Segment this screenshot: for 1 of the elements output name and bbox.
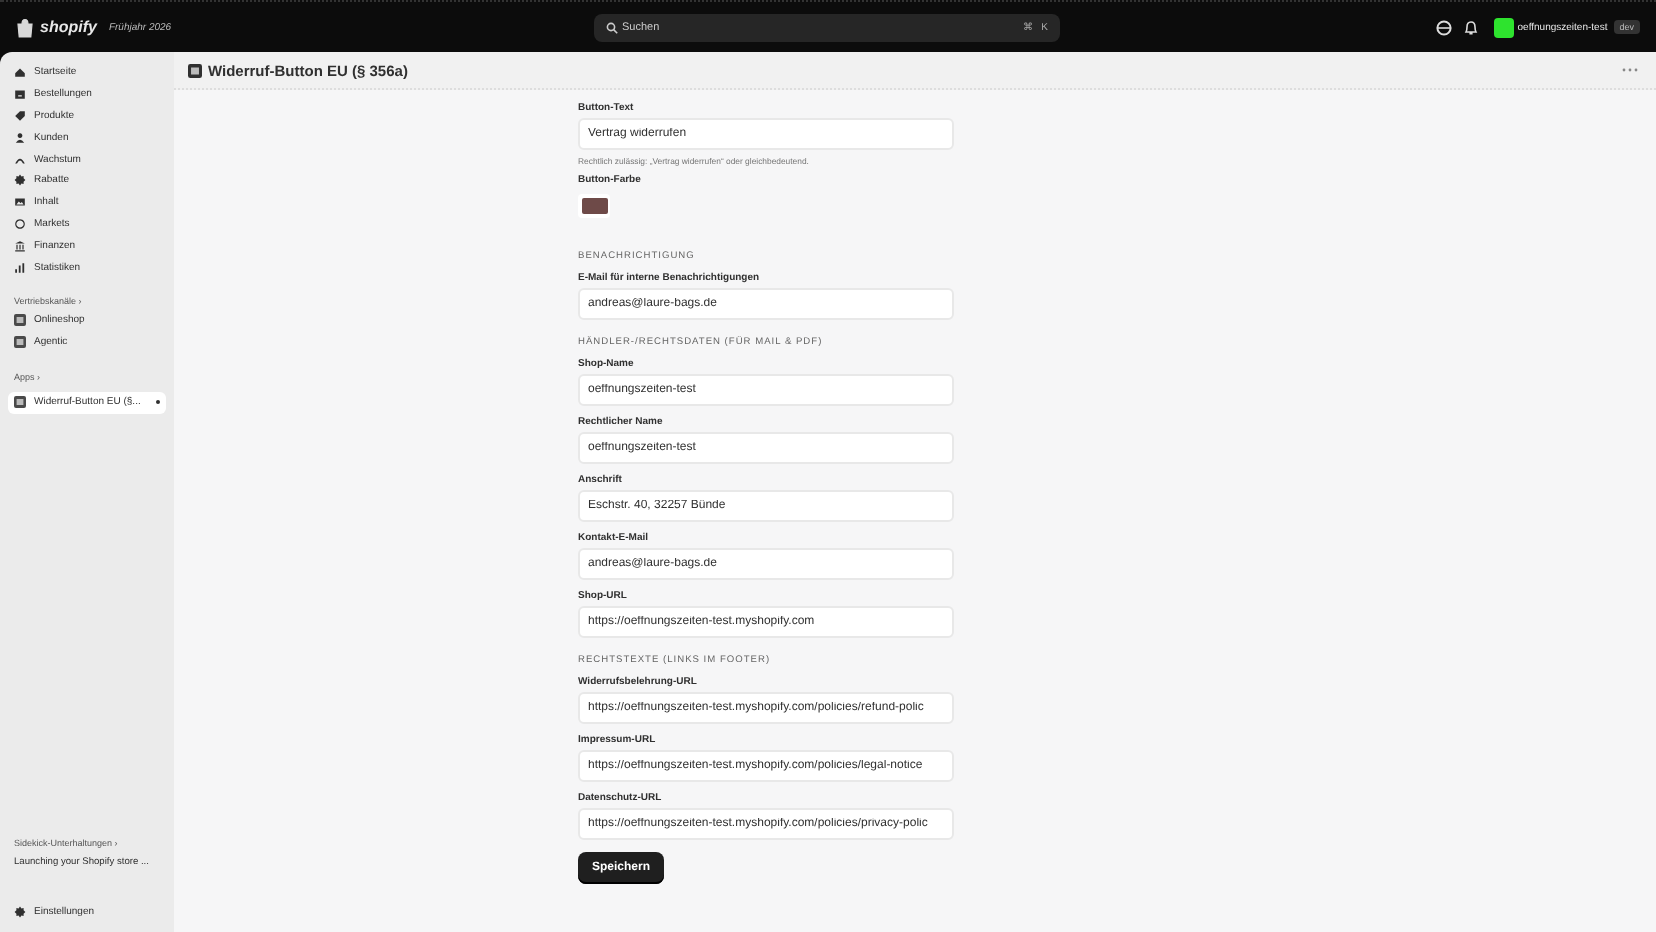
brand-name[interactable]: shopify — [40, 18, 97, 36]
